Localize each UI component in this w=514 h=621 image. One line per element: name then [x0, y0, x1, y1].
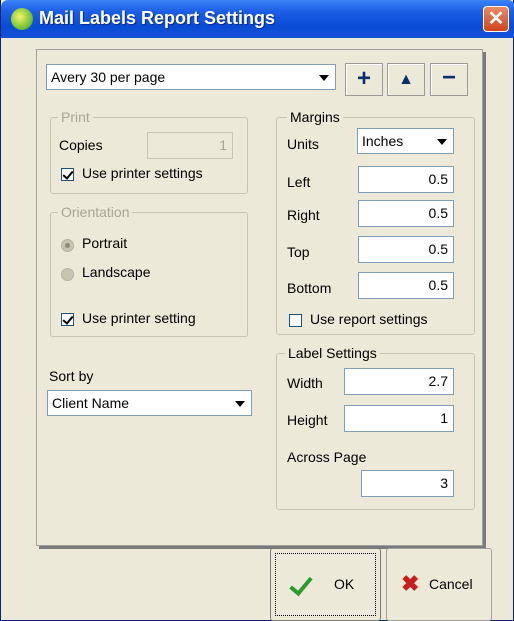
- sort-by-label: Sort by: [49, 368, 94, 384]
- width-field[interactable]: 2.7: [344, 368, 454, 395]
- across-page-label: Across Page: [287, 449, 367, 465]
- cancel-button[interactable]: ✖ Cancel: [386, 548, 492, 621]
- plus-icon: +: [356, 65, 371, 92]
- margins-group: Margins Units Inches Left 0.5 Right 0.5 …: [276, 109, 475, 335]
- use-report-settings-label[interactable]: Use report settings: [310, 311, 428, 327]
- sort-by-select[interactable]: Client Name: [47, 390, 252, 416]
- remove-format-button[interactable]: −: [430, 63, 468, 96]
- minus-icon: −: [441, 64, 456, 91]
- left-margin-label: Left: [287, 174, 311, 190]
- top-margin-field[interactable]: 0.5: [358, 236, 454, 263]
- use-printer-setting-checkbox[interactable]: [61, 313, 74, 326]
- units-select[interactable]: Inches: [357, 128, 454, 154]
- bottom-margin-label: Bottom: [287, 280, 332, 296]
- use-printer-settings-checkbox[interactable]: [61, 168, 74, 181]
- triangle-up-icon: ▲: [398, 71, 414, 88]
- units-label: Units: [287, 136, 319, 152]
- portrait-label[interactable]: Portrait: [82, 235, 127, 251]
- sort-by-value: Client Name: [52, 395, 130, 411]
- copies-field[interactable]: 1: [147, 132, 233, 159]
- title-bar: Mail Labels Report Settings ✕: [1, 0, 514, 38]
- orientation-legend: Orientation: [58, 204, 133, 220]
- focus-ring: [275, 553, 376, 616]
- x-icon: ✖: [401, 571, 420, 596]
- use-report-settings-checkbox[interactable]: [289, 314, 302, 327]
- app-icon: [11, 8, 33, 30]
- right-margin-label: Right: [287, 207, 320, 223]
- label-settings-group: Label Settings Width 2.7 Height 1 Across…: [276, 345, 475, 510]
- orientation-group: Orientation Portrait Landscape Use print…: [50, 204, 248, 337]
- print-legend: Print: [58, 109, 93, 125]
- print-group: Print Copies 1 Use printer settings: [50, 109, 248, 194]
- units-value: Inches: [362, 133, 404, 149]
- label-format-select[interactable]: Avery 30 per page: [46, 64, 336, 90]
- landscape-radio[interactable]: [61, 268, 74, 281]
- ok-button[interactable]: OK: [270, 548, 381, 621]
- portrait-radio[interactable]: [61, 239, 74, 252]
- width-label: Width: [287, 375, 323, 391]
- label-settings-legend: Label Settings: [285, 345, 380, 361]
- height-label: Height: [287, 412, 328, 428]
- right-margin-field[interactable]: 0.5: [358, 200, 454, 227]
- top-margin-label: Top: [287, 244, 310, 260]
- landscape-label[interactable]: Landscape: [82, 264, 151, 280]
- close-icon: ✕: [487, 8, 505, 30]
- chevron-down-icon: [319, 75, 329, 81]
- dialog-window: Mail Labels Report Settings ✕ Avery 30 p…: [0, 0, 514, 621]
- use-printer-setting-label[interactable]: Use printer setting: [82, 310, 196, 326]
- chevron-down-icon: [437, 139, 447, 145]
- close-button[interactable]: ✕: [483, 6, 509, 32]
- chevron-down-icon: [235, 401, 245, 407]
- label-format-value: Avery 30 per page: [51, 69, 166, 85]
- cancel-label: Cancel: [429, 576, 473, 592]
- move-up-button[interactable]: ▲: [387, 63, 425, 96]
- left-margin-field[interactable]: 0.5: [358, 166, 454, 193]
- copies-label: Copies: [59, 137, 103, 153]
- use-printer-settings-label[interactable]: Use printer settings: [82, 165, 203, 181]
- margins-legend: Margins: [287, 109, 343, 125]
- add-format-button[interactable]: +: [345, 63, 383, 96]
- height-field[interactable]: 1: [344, 405, 454, 432]
- window-title: Mail Labels Report Settings: [39, 8, 276, 28]
- ok-label: OK: [334, 576, 355, 592]
- across-page-field[interactable]: 3: [361, 470, 454, 497]
- bottom-margin-field[interactable]: 0.5: [358, 272, 454, 299]
